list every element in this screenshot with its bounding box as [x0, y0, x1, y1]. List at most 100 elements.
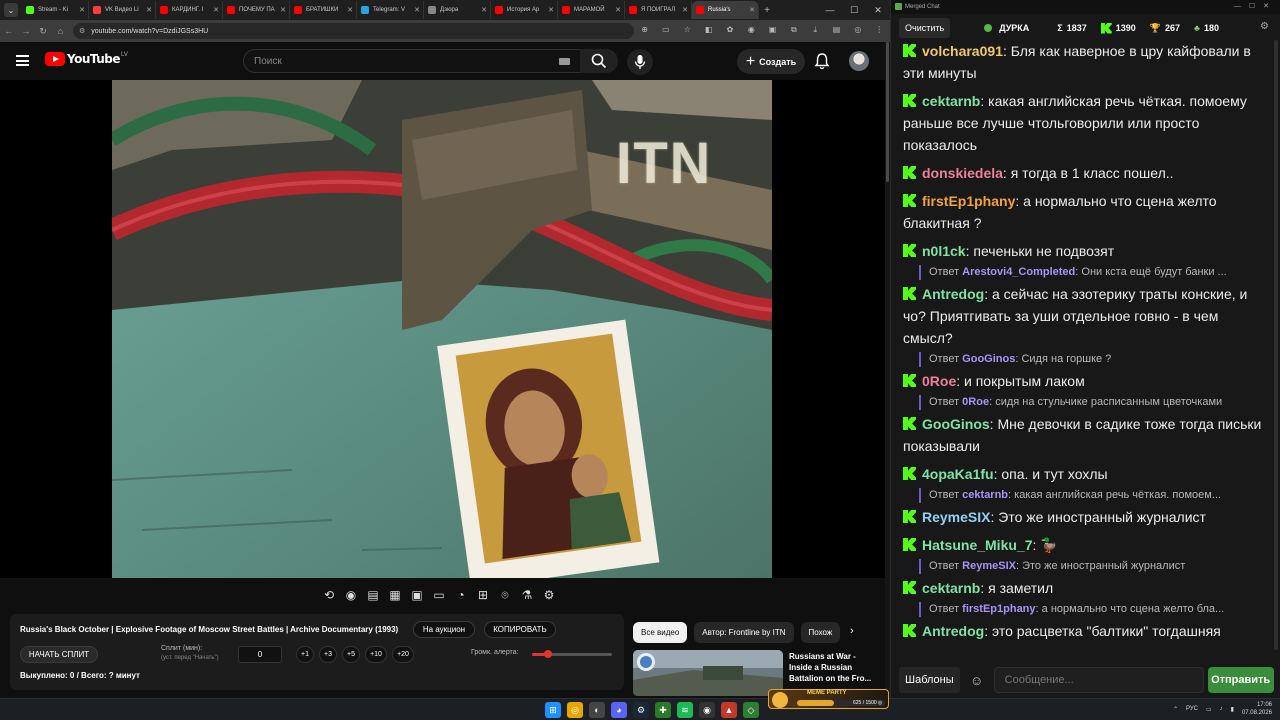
chat-username[interactable]: ReymeSIX: [922, 509, 990, 525]
forward-button[interactable]: →: [17, 26, 34, 36]
reply-username[interactable]: cektarnb: [962, 489, 1008, 501]
tab-close-icon[interactable]: ✕: [213, 6, 219, 14]
bookmark-star-icon[interactable]: ☆: [680, 25, 695, 37]
tab-close-icon[interactable]: ✕: [146, 6, 152, 14]
chat-username[interactable]: firstEp1phany: [922, 193, 1015, 209]
battery-icon[interactable]: ▮: [1231, 706, 1234, 713]
tab-close-icon[interactable]: ✕: [347, 6, 353, 14]
flask-icon[interactable]: ⚗: [516, 585, 538, 605]
chat-username[interactable]: cektarnb: [922, 580, 980, 596]
clock[interactable]: 17:06 07.08.2026: [1242, 701, 1272, 717]
maximize-button[interactable]: ☐: [842, 5, 866, 16]
tab-close-icon[interactable]: ✕: [615, 6, 621, 14]
voice-search-button[interactable]: [627, 49, 653, 75]
profile-icon[interactable]: ◎: [850, 25, 865, 37]
tab-close-icon[interactable]: ✕: [79, 6, 85, 14]
chat-username[interactable]: GooGinos: [922, 416, 990, 432]
loop-icon[interactable]: ⟲: [318, 585, 340, 605]
chat-username[interactable]: Antredog: [922, 286, 984, 302]
network-icon[interactable]: ▭: [1206, 706, 1212, 713]
site-info-icon[interactable]: ⚙: [79, 27, 85, 35]
home-button[interactable]: ⌂: [52, 26, 69, 36]
tab-close-icon[interactable]: ✕: [548, 6, 554, 14]
create-button[interactable]: + Создать: [737, 49, 805, 74]
browser-tab[interactable]: КАРДИНГ. I ✕: [156, 1, 223, 19]
browser-menu-icon[interactable]: ⋮: [872, 25, 887, 37]
chevron-right-icon[interactable]: ›: [850, 625, 854, 637]
speed-icon[interactable]: ◔: [450, 585, 472, 605]
search-button[interactable]: [580, 49, 618, 73]
alert-volume-slider[interactable]: [532, 650, 612, 658]
reply-username[interactable]: firstEp1phany: [962, 603, 1035, 615]
reply-username[interactable]: Arestovi4_Completed: [962, 266, 1075, 278]
back-button[interactable]: ←: [0, 26, 17, 36]
minimize-button[interactable]: —: [818, 5, 842, 16]
tab-search-button[interactable]: ⌄: [4, 3, 18, 17]
avatar[interactable]: [849, 51, 869, 71]
emoji-icon[interactable]: ☺: [966, 669, 988, 691]
recommended-video-title[interactable]: Russians at War - Inside a Russian Batta…: [789, 651, 881, 684]
slider-handle[interactable]: [544, 650, 552, 658]
app-icon[interactable]: ▲: [721, 702, 737, 718]
youtube-logo[interactable]: YouTube LV: [45, 52, 128, 66]
screenshot-camera-icon[interactable]: ⌾: [494, 585, 516, 605]
reply-username[interactable]: GooGinos: [962, 353, 1015, 365]
tab-close-icon[interactable]: ✕: [682, 6, 688, 14]
extension-icon[interactable]: ◉: [744, 25, 759, 37]
start-windows-icon[interactable]: ⊞: [545, 702, 561, 718]
tab-close-icon[interactable]: ✕: [749, 6, 755, 14]
chat-scrollbar[interactable]: [1273, 40, 1279, 658]
window-controls[interactable]: —☐✕: [1234, 2, 1277, 10]
tray-chevron-icon[interactable]: ⌃: [1173, 706, 1178, 713]
chat-username[interactable]: donskiedela: [922, 165, 1003, 181]
url-field[interactable]: ⚙ youtube.com/watch?v=DzdiJGSs3HU: [73, 23, 634, 39]
new-tab-button[interactable]: +: [759, 5, 775, 16]
reload-button[interactable]: ↻: [35, 26, 52, 37]
volume-icon[interactable]: ♪: [1220, 706, 1223, 712]
templates-button[interactable]: Шаблоны: [899, 667, 960, 693]
increment-button[interactable]: +5: [342, 646, 360, 663]
message-input[interactable]: [993, 667, 1204, 693]
browser-tab[interactable]: История Ар ✕: [491, 1, 558, 19]
reply-username[interactable]: ReymeSIX: [962, 560, 1016, 572]
theater-icon[interactable]: ▭: [428, 585, 450, 605]
add-icon[interactable]: ⊞: [472, 585, 494, 605]
scrollbar-thumb[interactable]: [886, 42, 889, 182]
browser-tab[interactable]: МАРАМОЙ ✕: [558, 1, 625, 19]
browser-tab[interactable]: Telegram: V ✕: [357, 1, 424, 19]
discord-icon[interactable]: ◕: [611, 702, 627, 718]
tab-close-icon[interactable]: ✕: [414, 6, 420, 14]
spotify-icon[interactable]: ≋: [677, 702, 693, 718]
sidepanel-icon[interactable]: ▤: [829, 25, 844, 37]
tab-close-icon[interactable]: ✕: [481, 6, 487, 14]
split-minutes-input[interactable]: [238, 646, 282, 663]
close-window-button[interactable]: ✕: [866, 5, 890, 16]
send-button[interactable]: Отправить: [1207, 667, 1274, 693]
app-icon[interactable]: ◇: [743, 702, 759, 718]
chat-username[interactable]: volchara091: [922, 43, 1003, 59]
obs-icon[interactable]: ◉: [699, 702, 715, 718]
app-icon[interactable]: ◐: [589, 702, 605, 718]
settings-gear-icon[interactable]: ⚙: [1260, 21, 1269, 32]
browser-tab[interactable]: Stream - Ki ✕: [22, 1, 89, 19]
copy-button[interactable]: КОПИРОВАТЬ: [484, 621, 556, 638]
extension-icon[interactable]: ◧: [701, 25, 716, 37]
chat-username[interactable]: 4opaKa1fu: [922, 466, 994, 482]
chat-username[interactable]: Hatsune_Miku_7: [922, 537, 1032, 553]
chat-username[interactable]: 0Roe: [922, 373, 956, 389]
recommended-video-thumbnail[interactable]: [633, 650, 783, 696]
chat-scrollbar-thumb[interactable]: [1274, 40, 1278, 650]
keyboard-icon[interactable]: [559, 58, 570, 65]
browser-tab[interactable]: ПОЧЕМУ ПА ✕: [223, 1, 290, 19]
app-icon[interactable]: ✚: [655, 702, 671, 718]
reply-username[interactable]: 0Roe: [962, 396, 989, 408]
settings-gear-icon[interactable]: ⚙: [538, 585, 560, 605]
browser-tab[interactable]: Я ПОИГРАЛ ✕: [625, 1, 692, 19]
extension-icon[interactable]: ✿: [722, 25, 737, 37]
chip-similar[interactable]: Похож: [800, 622, 841, 643]
browser-tab[interactable]: БРАТИШКИ ✕: [290, 1, 357, 19]
tab-close-icon[interactable]: ✕: [280, 6, 286, 14]
chip-all-videos[interactable]: Все видео: [633, 622, 688, 643]
browser-tab[interactable]: Дзюра ✕: [424, 1, 491, 19]
menu-icon[interactable]: [16, 55, 29, 66]
